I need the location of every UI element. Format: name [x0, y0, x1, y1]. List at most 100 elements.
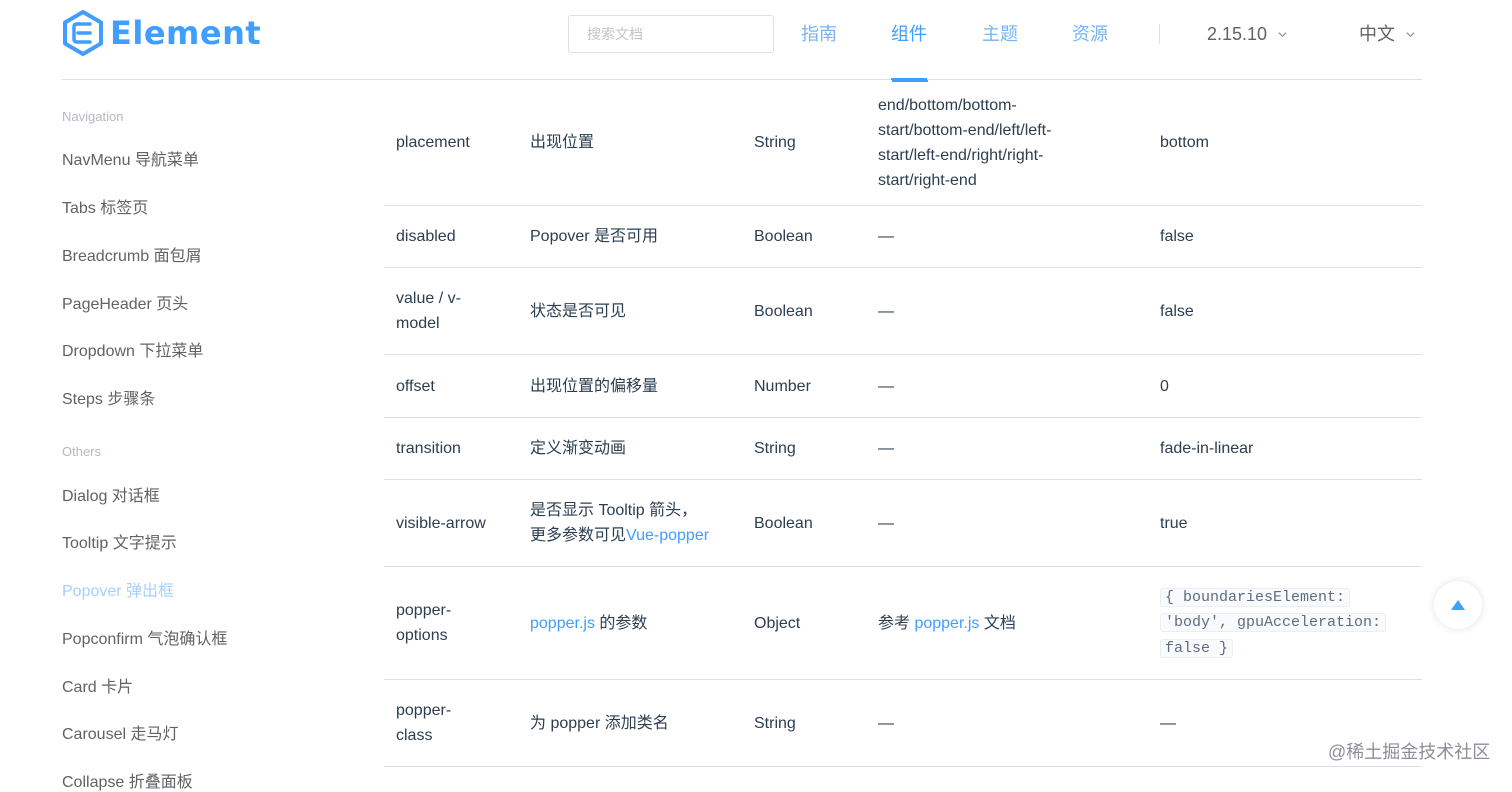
- param-type: Boolean: [754, 228, 813, 245]
- accepted-line: start/left-end/right/right-: [878, 146, 1044, 164]
- accepted-line: start/right-end: [878, 171, 977, 189]
- param-accepted: —: [878, 440, 894, 457]
- sidebar-item-popover[interactable]: Popover 弹出框: [62, 577, 174, 601]
- desc-suffix: 的参数: [594, 614, 648, 632]
- param-default: true: [1160, 514, 1188, 532]
- param-type: String: [754, 714, 796, 732]
- param-type: Boolean: [754, 302, 813, 320]
- nav-guide[interactable]: 指南: [801, 20, 837, 48]
- param-default: fade-in-linear: [1160, 440, 1254, 457]
- sidebar-item-pageheader[interactable]: PageHeader 页头: [62, 290, 188, 314]
- vue-popper-link[interactable]: Vue-popper: [626, 527, 709, 544]
- sidebar-item-tooltip[interactable]: Tooltip 文字提示: [62, 529, 177, 553]
- top-header: Element 指南 组件 主题 资源 2.15.10 中文: [0, 0, 1512, 80]
- code-line: { boundariesElement:: [1160, 587, 1351, 607]
- header-bar: Element 指南 组件 主题 资源 2.15.10 中文: [62, 0, 1422, 80]
- nav-component[interactable]: 组件: [891, 20, 927, 80]
- table-row: popper-class 为 popper 添加类名 String — —: [384, 680, 1422, 767]
- param-type: Object: [754, 614, 801, 632]
- param-accepted: —: [878, 377, 894, 395]
- table-row: offset 出现位置的偏移量 Number — 0: [384, 355, 1422, 418]
- param-desc: 出现位置: [530, 134, 595, 151]
- search-input[interactable]: [568, 15, 774, 53]
- param-accepted: —: [878, 714, 894, 732]
- param-name: offset: [396, 377, 435, 395]
- nav-resource[interactable]: 资源: [1072, 20, 1108, 48]
- chevron-down-icon: [1278, 31, 1287, 37]
- param-default: 0: [1160, 377, 1169, 395]
- param-desc: 定义渐变动画: [530, 440, 627, 457]
- sidebar-group-title: Navigation: [62, 109, 124, 124]
- popper-js-doc-link[interactable]: popper.js: [914, 611, 979, 636]
- code-line: false }: [1160, 638, 1234, 658]
- param-name: value / v-model: [396, 290, 461, 332]
- param-name: popper-class: [396, 702, 452, 744]
- sidebar-item-tabs[interactable]: Tabs 标签页: [62, 194, 148, 218]
- param-accepted: 参考 popper.js 文档: [878, 567, 1088, 679]
- accepted-prefix: 参考: [878, 614, 915, 632]
- param-desc: 为 popper 添加类名: [530, 714, 669, 732]
- logo[interactable]: Element: [62, 10, 261, 56]
- param-default: false: [1160, 302, 1194, 320]
- back-to-top-button[interactable]: [1434, 581, 1482, 629]
- sidebar-item-popconfirm[interactable]: Popconfirm 气泡确认框: [62, 625, 227, 649]
- param-default: { boundariesElement: 'body', gpuAccelera…: [1160, 567, 1422, 679]
- sidebar-item-dialog[interactable]: Dialog 对话框: [62, 482, 160, 506]
- param-desc: popper.js 的参数: [530, 567, 740, 679]
- param-accepted: —: [878, 302, 894, 320]
- cutoff-link-underline: [892, 80, 928, 82]
- param-type: Boolean: [754, 514, 813, 532]
- popper-js-link[interactable]: popper.js: [530, 611, 595, 636]
- chevron-down-icon: [1406, 31, 1415, 37]
- param-name: visible-arrow: [396, 514, 486, 532]
- param-name: disabled: [396, 228, 456, 245]
- param-type: Number: [754, 377, 811, 395]
- desc-prefix: 更多参数可见: [530, 527, 627, 544]
- sidebar-item-dropdown[interactable]: Dropdown 下拉菜单: [62, 337, 203, 361]
- sidebar-group-title: Others: [62, 444, 102, 459]
- param-default: bottom: [1160, 134, 1209, 151]
- nav-theme[interactable]: 主题: [982, 20, 1018, 48]
- sidebar-item-steps[interactable]: Steps 步骤条: [62, 385, 155, 409]
- language-label: 中文: [1359, 24, 1395, 44]
- watermark: @稀土掘金技术社区: [1328, 742, 1491, 762]
- header-divider: [1159, 24, 1160, 44]
- param-name: transition: [396, 440, 461, 457]
- sidebar-item-navmenu[interactable]: NavMenu 导航菜单: [62, 146, 199, 170]
- param-name: placement: [396, 134, 470, 151]
- table-row: visible-arrow 是否显示 Tooltip 箭头， 更多参数可见Vue…: [384, 480, 1422, 567]
- param-accepted: —: [878, 514, 894, 532]
- sidebar-item-card[interactable]: Card 卡片: [62, 673, 133, 697]
- table-row: transition 定义渐变动画 String — fade-in-linea…: [384, 418, 1422, 480]
- sidebar-item-collapse[interactable]: Collapse 折叠面板: [62, 768, 193, 792]
- version-label: 2.15.10: [1207, 24, 1268, 44]
- table-row: disabled Popover 是否可用 Boolean — false: [384, 206, 1422, 268]
- param-name: popper-options: [396, 602, 452, 644]
- sidebar: Navigation NavMenu 导航菜单 Tabs 标签页 Breadcr…: [62, 80, 362, 791]
- element-logo-icon: [62, 10, 104, 56]
- sidebar-item-breadcrumb[interactable]: Breadcrumb 面包屑: [62, 242, 202, 266]
- sidebar-item-carousel[interactable]: Carousel 走马灯: [62, 720, 178, 744]
- param-default: false: [1160, 228, 1194, 245]
- language-dropdown[interactable]: 中文: [1359, 20, 1416, 48]
- desc-line: 更多参数可见Vue-popper: [530, 523, 709, 548]
- table-row: placement 出现位置 String end/bottom/bottom-…: [384, 80, 1422, 206]
- param-accepted: end/bottom/bottom- start/bottom-end/left…: [878, 80, 1088, 205]
- accepted-line: start/bottom-end/left/left-: [878, 121, 1052, 139]
- version-dropdown[interactable]: 2.15.10: [1207, 20, 1288, 48]
- caret-up-icon: [1451, 600, 1465, 610]
- accepted-line: end/bottom/bottom-: [878, 96, 1017, 114]
- param-desc: 出现位置的偏移量: [530, 377, 659, 395]
- param-desc: 是否显示 Tooltip 箭头， 更多参数可见Vue-popper: [530, 480, 740, 566]
- param-desc: Popover 是否可用: [530, 228, 659, 245]
- logo-text: Element: [110, 14, 262, 52]
- param-type: String: [754, 440, 796, 457]
- accepted-suffix: 文档: [979, 614, 1016, 632]
- param-type: String: [754, 134, 796, 151]
- code-line: 'body', gpuAcceleration:: [1160, 613, 1387, 633]
- param-desc: 状态是否可见: [530, 302, 627, 320]
- param-accepted: —: [878, 228, 894, 245]
- desc-line: 是否显示 Tooltip 箭头，: [530, 502, 698, 519]
- table-row: popper-options popper.js 的参数 Object 参考 p…: [384, 567, 1422, 680]
- table-row: value / v-model 状态是否可见 Boolean — false: [384, 268, 1422, 355]
